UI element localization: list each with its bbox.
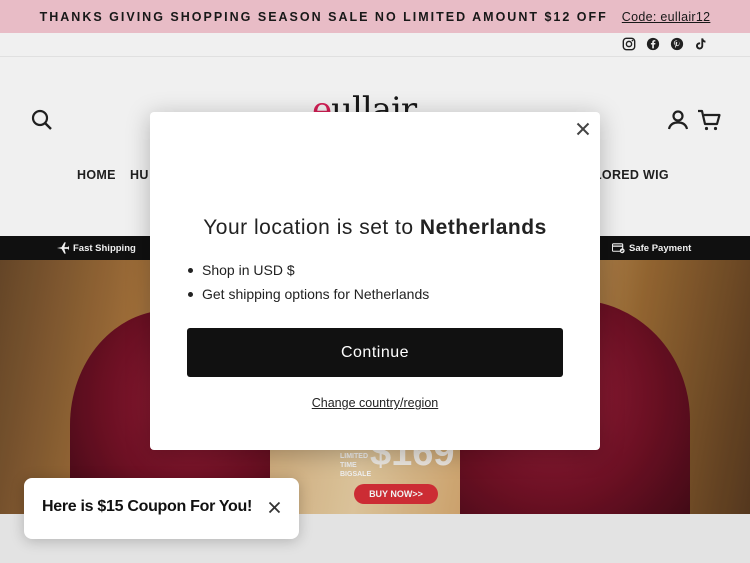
close-icon[interactable] bbox=[576, 122, 590, 136]
location-modal: Your location is set to Netherlands Shop… bbox=[150, 112, 600, 450]
location-country: Netherlands bbox=[419, 216, 547, 239]
close-icon[interactable] bbox=[268, 501, 281, 514]
coupon-text: Here is $15 Coupon For You! bbox=[42, 498, 253, 515]
change-country-link[interactable]: Change country/region bbox=[150, 396, 600, 410]
shipping-info: Get shipping options for Netherlands bbox=[187, 286, 430, 302]
coupon-popup[interactable]: Here is $15 Coupon For You! bbox=[24, 478, 299, 539]
location-title-prefix: Your location is set to bbox=[203, 216, 420, 239]
location-options: Shop in USD $ Get shipping options for N… bbox=[187, 262, 430, 310]
location-title: Your location is set to Netherlands bbox=[150, 216, 600, 240]
continue-button[interactable]: Continue bbox=[187, 328, 563, 377]
currency-info: Shop in USD $ bbox=[187, 262, 429, 279]
page: THANKS GIVING SHOPPING SEASON SALE NO LI… bbox=[0, 0, 750, 563]
